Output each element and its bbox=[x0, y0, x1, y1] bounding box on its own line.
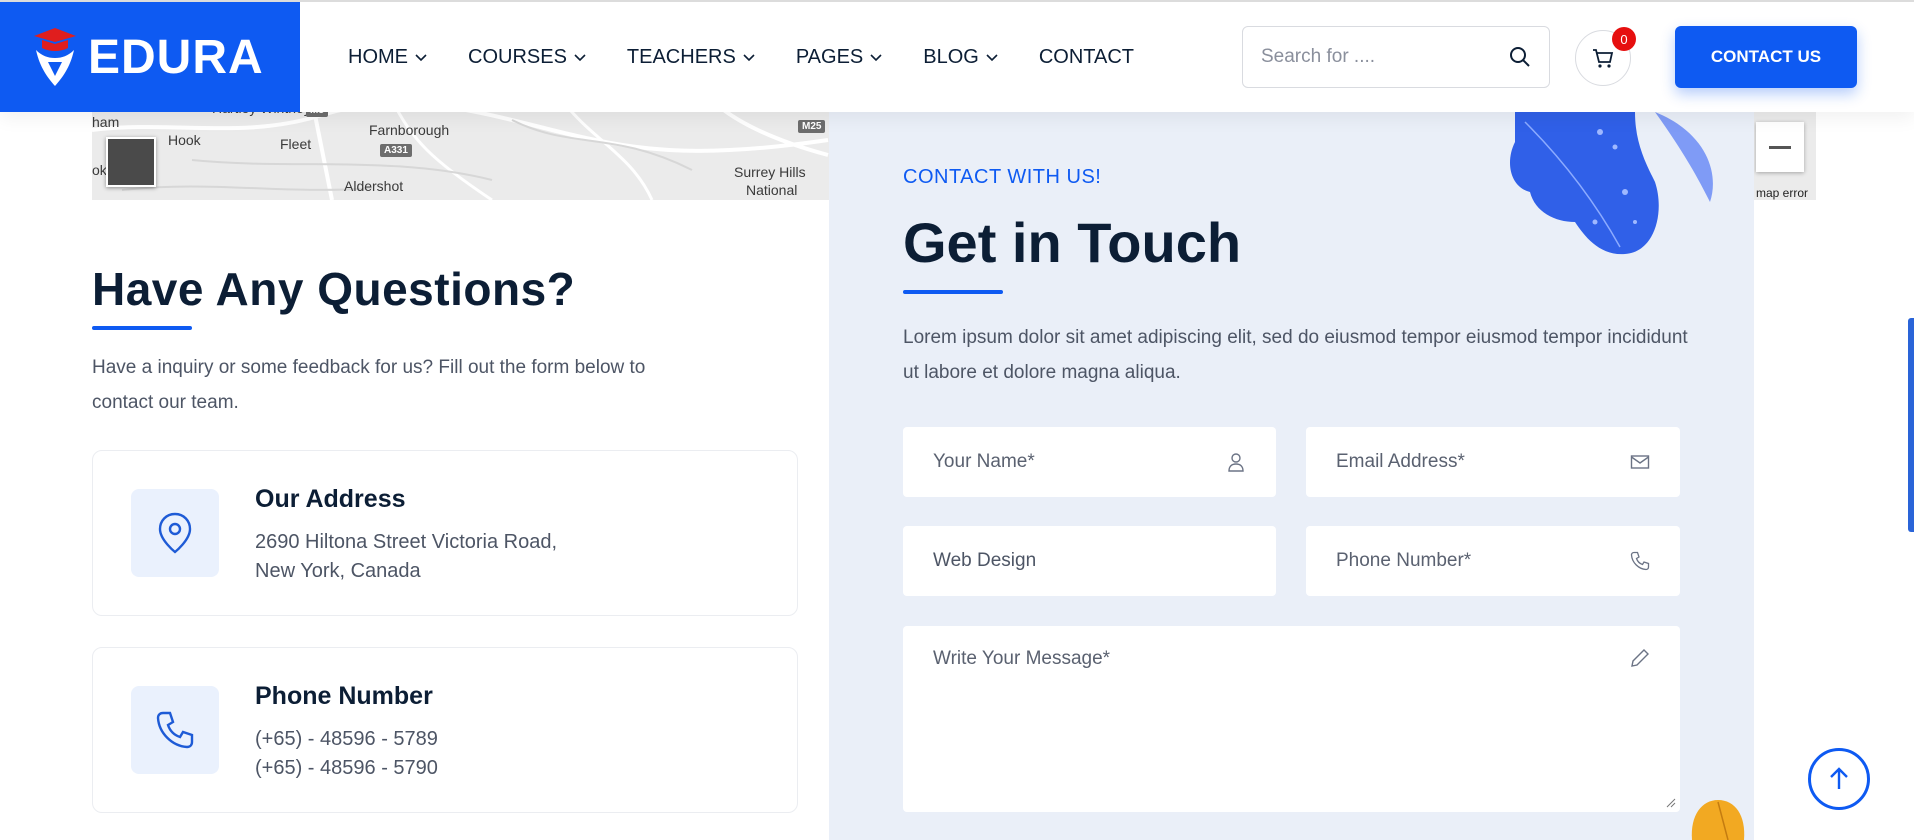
phone-title: Phone Number bbox=[255, 682, 433, 710]
map-road-shield: M25 bbox=[798, 120, 826, 133]
address-icon-box bbox=[131, 489, 219, 577]
contact-description: Lorem ipsum dolor sit amet adipiscing el… bbox=[903, 327, 1688, 383]
nav-courses[interactable]: COURSES bbox=[468, 46, 587, 69]
phone-line: (+65) - 48596 - 5789 bbox=[255, 728, 438, 750]
nav-teachers-label: TEACHERS bbox=[626, 45, 736, 68]
nav-home[interactable]: HOME bbox=[348, 46, 428, 69]
search-icon[interactable] bbox=[1509, 46, 1531, 68]
site-header: EDURA HOME COURSES TEACHERS PAGES BLOG C… bbox=[0, 2, 1914, 112]
address-line: 2690 Hiltona Street Victoria Road, bbox=[255, 531, 558, 553]
map-error-text: map error bbox=[1755, 186, 1808, 200]
phone-icon bbox=[156, 711, 194, 749]
phone-field bbox=[1306, 526, 1680, 596]
logo-text: EDURA bbox=[88, 30, 264, 84]
map-road-shield: A331 bbox=[380, 144, 412, 157]
phone-line: (+65) - 48596 - 5790 bbox=[255, 757, 438, 779]
nav-contact-label: CONTACT bbox=[1038, 45, 1135, 68]
address-card: Our Address 2690 Hiltona Street Victoria… bbox=[92, 450, 798, 616]
envelope-icon bbox=[1630, 455, 1650, 469]
nav-contact[interactable]: CONTACT bbox=[1039, 46, 1134, 69]
address-line: New York, Canada bbox=[255, 560, 421, 582]
nav-teachers[interactable]: TEACHERS bbox=[627, 46, 756, 69]
nav-courses-label: COURSES bbox=[468, 45, 567, 68]
name-input[interactable] bbox=[933, 451, 1226, 473]
nav-home-label: HOME bbox=[348, 45, 408, 68]
scrollbar-thumb[interactable] bbox=[1908, 318, 1914, 532]
name-field bbox=[903, 427, 1276, 497]
search-box bbox=[1242, 26, 1550, 88]
map-label: ok bbox=[92, 162, 107, 178]
main-nav: HOME COURSES TEACHERS PAGES BLOG CONTACT bbox=[348, 2, 1134, 112]
chevron-down-icon bbox=[743, 54, 755, 62]
message-field bbox=[903, 626, 1680, 812]
chevron-down-icon bbox=[870, 54, 882, 62]
map-satellite-toggle[interactable] bbox=[106, 137, 156, 187]
user-icon bbox=[1228, 453, 1244, 472]
subject-field bbox=[903, 526, 1276, 596]
phone-input[interactable] bbox=[1336, 550, 1630, 572]
cart-button[interactable]: 0 bbox=[1575, 27, 1636, 86]
questions-description: Have a inquiry or some feedback for us? … bbox=[92, 357, 646, 413]
minus-icon bbox=[1769, 145, 1791, 149]
top-border bbox=[0, 0, 1914, 2]
orange-leaf-decoration-icon bbox=[1691, 800, 1745, 840]
nav-pages[interactable]: PAGES bbox=[796, 46, 883, 69]
chevron-down-icon bbox=[415, 54, 427, 62]
heading-underline bbox=[903, 290, 1003, 294]
map-label: Aldershot bbox=[344, 178, 404, 194]
eagle-logo-icon bbox=[34, 28, 76, 86]
map-label: Hook bbox=[168, 132, 201, 148]
subject-input[interactable] bbox=[933, 550, 1246, 572]
nav-blog[interactable]: BLOG bbox=[923, 46, 999, 69]
map-label: Fleet bbox=[280, 136, 312, 152]
map-label: Farnborough bbox=[369, 122, 450, 138]
phone-icon-box bbox=[131, 686, 219, 774]
address-title: Our Address bbox=[255, 485, 406, 513]
email-input[interactable] bbox=[1336, 451, 1630, 473]
phone-icon bbox=[1630, 551, 1650, 571]
contact-subtitle: CONTACT WITH US! bbox=[903, 166, 1102, 188]
map-label: Surrey Hills bbox=[734, 164, 806, 180]
nav-pages-label: PAGES bbox=[795, 45, 864, 68]
message-input[interactable] bbox=[933, 648, 1633, 788]
nav-blog-label: BLOG bbox=[923, 45, 979, 68]
get-in-touch-heading: Get in Touch bbox=[903, 211, 1242, 274]
arrow-up-icon bbox=[1830, 767, 1848, 789]
site-logo[interactable]: EDURA bbox=[0, 2, 300, 112]
chevron-down-icon bbox=[574, 54, 586, 62]
search-input[interactable] bbox=[1261, 46, 1509, 68]
cart-icon bbox=[1593, 49, 1614, 68]
heading-underline bbox=[92, 326, 192, 330]
pencil-icon bbox=[1631, 649, 1649, 667]
map-pin-icon bbox=[158, 512, 192, 554]
email-field bbox=[1306, 427, 1680, 497]
questions-heading: Have Any Questions? bbox=[92, 263, 576, 315]
chevron-down-icon bbox=[986, 54, 998, 62]
resize-handle-icon[interactable] bbox=[1666, 798, 1676, 808]
back-to-top-button[interactable] bbox=[1808, 748, 1870, 810]
leaf-decoration-icon bbox=[1510, 112, 1713, 255]
map-zoom-out-button[interactable] bbox=[1756, 122, 1804, 172]
map-label: National bbox=[746, 182, 798, 198]
map-label: ham bbox=[92, 114, 120, 130]
cart-count-badge: 0 bbox=[1612, 27, 1636, 51]
phone-card: Phone Number (+65) - 48596 - 5789 (+65) … bbox=[92, 647, 798, 813]
contact-us-button[interactable]: CONTACT US bbox=[1675, 26, 1857, 88]
